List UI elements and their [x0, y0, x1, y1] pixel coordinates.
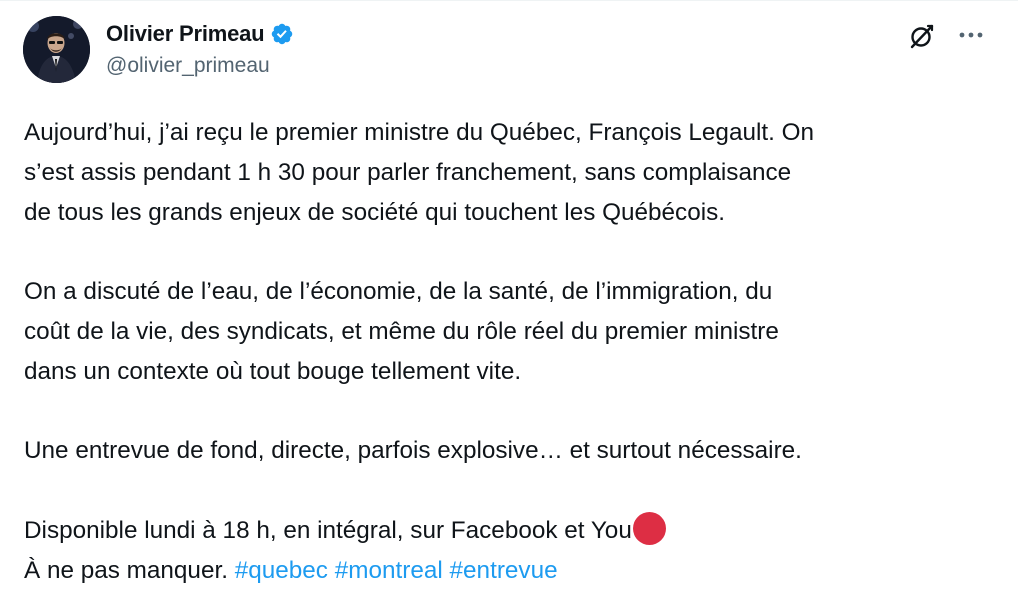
text-line: s’est assis pendant 1 h 30 pour parler f… — [24, 158, 792, 186]
text-line: de tous les grands enjeux de société qui… — [24, 198, 726, 226]
author-name-row: Olivier Primeau — [106, 19, 294, 49]
hashtag-link-entrevue[interactable]: #entrevue — [450, 557, 558, 584]
tweet-paragraph: Une entrevue de fond, directe, parfois e… — [24, 431, 999, 471]
tweet-card: Olivier Primeau @olivier_primeau Aujourd… — [0, 0, 1018, 608]
text-line: coût de la vie, des syndicats, et même d… — [24, 317, 779, 345]
tweet-paragraph: On a discuté de l’eau, de l’économie, de… — [24, 272, 999, 391]
author-display-name[interactable]: Olivier Primeau — [106, 21, 265, 47]
author-handle[interactable]: @olivier_primeau — [106, 54, 270, 78]
text-line: On a discuté de l’eau, de l’économie, de… — [24, 278, 773, 306]
tweet-paragraph: Disponible lundi à 18 h, en intégral, su… — [24, 511, 999, 591]
hashtag-link-montreal[interactable]: #montreal — [335, 557, 443, 584]
red-circle-emoji-icon — [632, 511, 666, 545]
text-segment: Disponible lundi à 18 h, en intégral, su… — [24, 516, 632, 544]
grok-icon[interactable] — [906, 20, 938, 52]
text-segment: À ne pas manquer. — [24, 556, 235, 584]
verified-badge-icon[interactable] — [270, 22, 294, 46]
hashtag-link-quebec[interactable]: #quebec — [235, 557, 328, 584]
avatar[interactable] — [23, 16, 90, 83]
text-line: dans un contexte où tout bouge tellement… — [24, 357, 522, 385]
tweet-text: Aujourd’hui, j’ai reçu le premier minist… — [24, 113, 999, 591]
text-line: Aujourd’hui, j’ai reçu le premier minist… — [24, 119, 815, 146]
text-line: À ne pas manquer. #quebec #montreal #ent… — [24, 551, 999, 591]
more-options-icon[interactable] — [954, 22, 988, 48]
text-line: Disponible lundi à 18 h, en intégral, su… — [24, 511, 999, 551]
avatar-image — [23, 16, 90, 83]
tweet-paragraph: Aujourd’hui, j’ai reçu le premier minist… — [24, 113, 999, 232]
text-line: Une entrevue de fond, directe, parfois e… — [24, 437, 802, 465]
